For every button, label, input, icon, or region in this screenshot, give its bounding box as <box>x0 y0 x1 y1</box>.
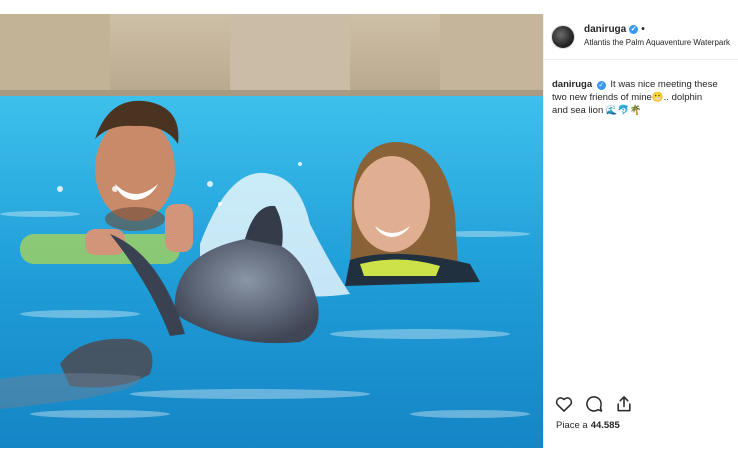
post-username-row: daniruga ✓ • <box>584 24 645 35</box>
grimace-emoji-icon: 😬 <box>651 92 664 103</box>
palm-tree-emoji-icon: 🌴 <box>629 105 642 116</box>
photo-artwork <box>0 14 543 448</box>
post-actions <box>554 394 634 414</box>
heart-icon[interactable] <box>554 394 574 414</box>
share-icon[interactable] <box>614 394 634 414</box>
caption-text-4: and sea lion <box>552 105 604 116</box>
post-caption: daniruga ✓ It was nice meeting these two… <box>552 78 732 117</box>
caption-text-1: It was nice meeting these <box>610 79 718 90</box>
verified-badge-icon: ✓ <box>596 81 606 90</box>
caption-ellipsis: .. <box>663 92 672 103</box>
avatar[interactable] <box>551 25 575 49</box>
likes-label: Piace a <box>556 420 588 431</box>
comment-bubble-icon[interactable] <box>584 394 604 414</box>
separator-dot: • <box>641 24 645 35</box>
caption-text-3: dolphin <box>671 92 703 103</box>
post-photo[interactable] <box>0 14 543 448</box>
wave-emoji-icon: 🌊 <box>605 105 618 116</box>
likes-summary[interactable]: Piace a 44.585 <box>556 420 620 431</box>
verified-badge-icon: ✓ <box>629 25 639 34</box>
location-link[interactable]: Atlantis the Palm Aquaventure Waterpark <box>584 38 730 47</box>
username-link[interactable]: daniruga <box>584 24 626 35</box>
dolphin-emoji-icon: 🐬 <box>617 105 630 116</box>
post-sidebar: daniruga ✓ • Atlantis the Palm Aquaventu… <box>543 14 738 448</box>
instagram-post: daniruga ✓ • Atlantis the Palm Aquaventu… <box>0 14 738 448</box>
caption-text-2: two new friends of mine <box>552 92 652 103</box>
caption-username[interactable]: daniruga <box>552 79 592 90</box>
likes-count: 44.585 <box>590 420 620 431</box>
post-header: daniruga ✓ • Atlantis the Palm Aquaventu… <box>544 14 738 60</box>
